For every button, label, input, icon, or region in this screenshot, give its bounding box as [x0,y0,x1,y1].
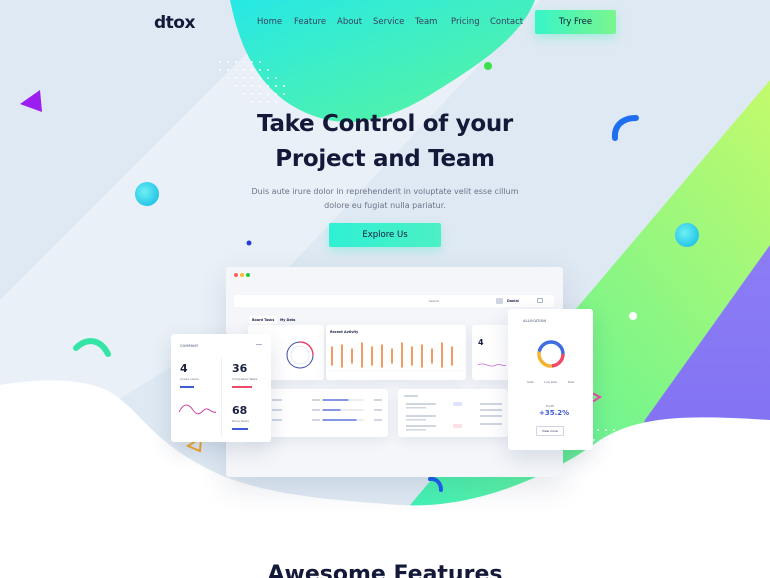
recent-activity-title: Recent Activity [330,330,359,334]
stat-bar-blue-2 [232,428,248,430]
documents-list-card [398,389,508,437]
window-minimize-dot [240,273,244,277]
side-stat-value: 4 [478,338,484,347]
hero-title-line2: Project and Team [275,146,495,172]
green-dot [484,62,492,70]
window-close-dot [234,273,238,277]
side-sparkline [477,363,507,367]
cyan-ball-right [675,223,699,247]
try-free-button[interactable]: Try Free [535,10,616,34]
stat-active-users-label: Active Users [180,377,199,381]
nav-item-team[interactable]: Team [415,17,437,27]
stat-bar-blue [180,386,194,388]
features-heading: Awesome Features [267,562,503,578]
stat-completed-label: Completed Tasks [232,377,258,381]
view-more-button[interactable]: View more [536,426,564,436]
card-divider [221,358,222,438]
blue-dot [246,240,252,246]
legend-safe: Safe [527,380,534,384]
allocation-card: ALLOCATION Safe Low Risk Risk Profit +35… [508,309,593,450]
avatar[interactable] [496,298,503,304]
recent-activity-card: Recent Activity [326,325,466,380]
nav-item-service[interactable]: Service [373,17,404,27]
user-name: Danial [507,299,519,303]
side-stat-card: 4 [472,325,510,380]
hero-title-line1: Take Control of your [257,111,513,137]
profit-label: Profit [546,404,554,408]
tab-my-data[interactable]: My Data [277,316,298,324]
white-dot [629,312,637,320]
more-icon[interactable] [256,344,262,346]
legend-low-risk: Low Risk [544,380,558,384]
nav-item-contact[interactable]: Contact [490,17,523,27]
logo[interactable]: dtox [154,13,195,33]
stat-done-value: 68 [232,404,248,417]
tab-board-tasks[interactable]: Board Tasks [249,316,278,324]
nav-item-feature[interactable]: Feature [294,17,326,27]
allocation-title: ALLOCATION [523,319,547,323]
profit-value: +35.2% [539,409,570,417]
nav-item-pricing[interactable]: Pricing [451,17,480,27]
purple-triangle-icon [20,90,42,112]
top-nav: dtox Home Feature About Service Team Pri… [0,0,770,44]
allocation-donut-chart [537,340,565,368]
stat-done-label: Done Tasks [232,419,249,423]
window-maximize-dot [246,273,250,277]
document-rows [404,395,502,431]
company-card: COMPANY 4 Active Users 36 Completed Task… [171,334,271,442]
legend-risk: Risk [568,380,575,384]
hero-subtitle-line2: dolore eu fugiat nulla pariatur. [324,201,446,210]
company-card-title: COMPANY [180,344,199,348]
hero-section: dtox Home Feature About Service Team Pri… [0,0,770,578]
explore-button[interactable]: Explore Us [329,223,441,247]
nav-item-home[interactable]: Home [257,17,282,27]
dashboard-search-input[interactable]: Search [429,299,439,303]
dashboard-search-bar[interactable]: Search Danial [234,295,554,307]
stat-active-users-value: 4 [180,362,188,375]
company-sparkline [178,404,217,415]
settings-icon[interactable] [537,298,543,303]
stat-bar-red [232,386,252,388]
nav-item-about[interactable]: About [337,17,362,27]
stat-completed-value: 36 [232,362,248,375]
